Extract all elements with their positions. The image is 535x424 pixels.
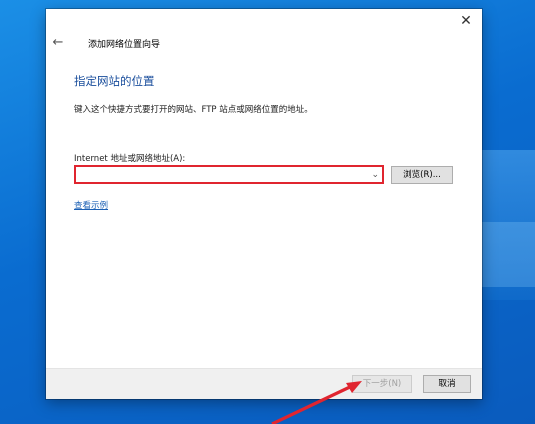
desktop-background-glow-2 bbox=[478, 222, 535, 287]
wizard-footer: 下一步(N) 取消 bbox=[46, 368, 482, 399]
close-icon[interactable]: ✕ bbox=[456, 11, 476, 31]
address-combobox[interactable]: ⌄ bbox=[74, 165, 384, 184]
add-network-location-wizard: ✕ ← 添加网络位置向导 指定网站的位置 键入这个快捷方式要打开的网站、FTP … bbox=[46, 9, 482, 399]
wizard-title: 添加网络位置向导 bbox=[88, 40, 161, 50]
browse-button[interactable]: 浏览(R)... bbox=[391, 166, 453, 184]
cancel-button[interactable]: 取消 bbox=[423, 375, 471, 393]
back-arrow-icon[interactable]: ← bbox=[50, 35, 66, 51]
page-description: 键入这个快捷方式要打开的网站、FTP 站点或网络位置的地址。 bbox=[74, 105, 313, 115]
address-field-label: Internet 地址或网络地址(A): bbox=[74, 154, 186, 164]
page-heading: 指定网站的位置 bbox=[74, 74, 155, 88]
chevron-down-icon[interactable]: ⌄ bbox=[371, 168, 379, 182]
view-examples-link[interactable]: 查看示例 bbox=[74, 199, 108, 211]
next-button[interactable]: 下一步(N) bbox=[352, 375, 412, 393]
